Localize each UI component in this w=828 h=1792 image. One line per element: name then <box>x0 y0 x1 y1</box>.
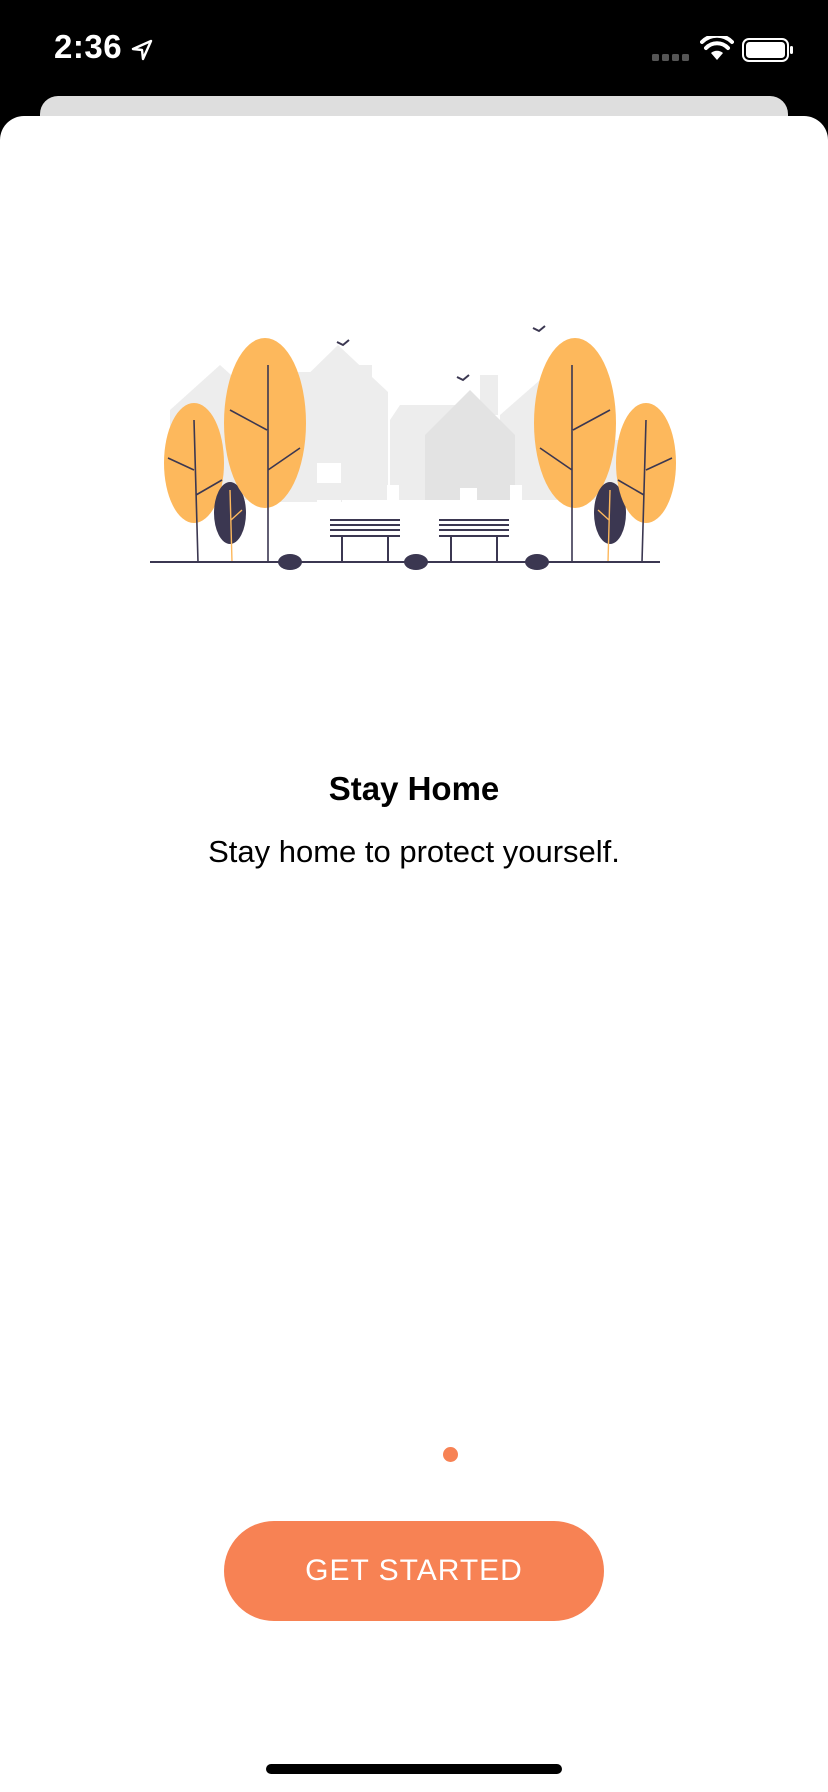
bench-left <box>330 519 400 562</box>
page-indicator-dot[interactable] <box>443 1447 458 1462</box>
bench-right <box>439 519 509 562</box>
location-arrow-icon <box>131 39 153 61</box>
wifi-icon <box>700 36 734 60</box>
battery-icon <box>742 38 793 62</box>
trees-right <box>534 338 676 563</box>
signal-icon <box>652 54 689 61</box>
city-park-illustration <box>150 325 676 570</box>
onboarding-subtitle: Stay home to protect yourself. <box>208 834 620 869</box>
status-time: 2:36 <box>54 28 123 65</box>
trees-left <box>164 338 306 563</box>
onboarding-title: Stay Home <box>328 770 500 807</box>
home-indicator[interactable] <box>266 1764 562 1774</box>
get-started-button[interactable]: GET STARTED <box>224 1521 604 1621</box>
status-bar: 2:36 <box>0 0 828 110</box>
